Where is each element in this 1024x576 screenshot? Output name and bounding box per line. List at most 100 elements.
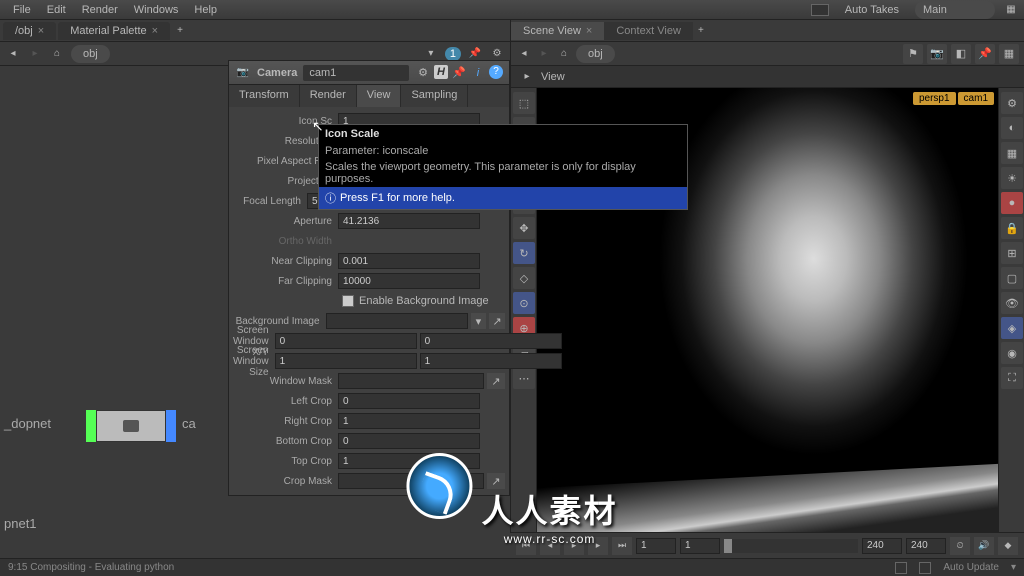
layout-icon[interactable]: ▦ <box>999 44 1019 64</box>
scale-tool-icon[interactable]: ◇ <box>513 267 535 289</box>
menu-windows[interactable]: Windows <box>126 2 187 18</box>
close-icon[interactable]: × <box>152 25 158 37</box>
realtime-icon[interactable]: ⏲ <box>950 537 970 555</box>
camera-lock-icon[interactable]: 🔒 <box>1001 217 1023 239</box>
input-crop-mask[interactable] <box>338 473 484 489</box>
node-name-field[interactable]: cam1 <box>303 65 409 81</box>
input-screen-w[interactable] <box>275 353 417 369</box>
expand-icon[interactable]: ⛶ <box>1001 367 1023 389</box>
hierarchy-icon[interactable]: ⌂ <box>556 46 572 62</box>
input-screen-y[interactable] <box>420 333 562 349</box>
close-icon[interactable]: × <box>586 25 592 37</box>
tab-view[interactable]: View <box>357 85 402 107</box>
show-icon[interactable]: 👁 <box>1001 292 1023 314</box>
input-left-crop[interactable] <box>338 393 480 409</box>
add-tab-icon[interactable]: + <box>693 23 709 39</box>
checkbox-2[interactable] <box>919 562 931 574</box>
node-camera[interactable] <box>86 410 176 442</box>
triangle-icon[interactable]: ▸ <box>519 69 535 85</box>
lighting-icon[interactable]: ☀ <box>1001 167 1023 189</box>
tab-scene-view[interactable]: Scene View× <box>511 22 604 40</box>
file-picker-icon[interactable]: ↗ <box>489 313 505 329</box>
layout-icon[interactable]: ▦ <box>1003 2 1019 18</box>
input-top-crop[interactable] <box>338 453 480 469</box>
cam-badge-cam1[interactable]: cam1 <box>958 92 994 105</box>
menu-edit[interactable]: Edit <box>39 2 74 18</box>
last-frame-button[interactable]: ⏭ <box>612 537 632 555</box>
input-far-clip[interactable] <box>338 273 480 289</box>
end-frame-field[interactable] <box>906 538 946 554</box>
cube-icon[interactable]: ◧ <box>951 44 971 64</box>
input-bg-image[interactable] <box>326 313 468 329</box>
input-aperture[interactable] <box>338 213 480 229</box>
checkbox-enable-bg[interactable] <box>342 295 354 307</box>
menu-file[interactable]: File <box>5 2 39 18</box>
forward-icon[interactable]: ▸ <box>536 46 552 62</box>
input-near-clip[interactable] <box>338 253 480 269</box>
auto-update-label[interactable]: Auto Update <box>943 562 999 573</box>
back-icon[interactable]: ◂ <box>516 46 532 62</box>
timeline-track[interactable] <box>724 539 858 553</box>
material-palette-tab[interactable]: Material Palette× <box>58 22 170 40</box>
key-icon[interactable]: ◆ <box>998 537 1018 555</box>
obj-tab[interactable]: /obj× <box>3 22 56 40</box>
op-picker-icon[interactable]: ↗ <box>487 373 505 389</box>
param-tabs: Transform Render View Sampling <box>229 85 509 107</box>
take-selector[interactable]: Main <box>915 1 995 19</box>
rotate-tool-icon[interactable]: ↻ <box>513 242 535 264</box>
auto-takes-checkbox[interactable] <box>811 4 829 16</box>
cam-badge-persp[interactable]: persp1 <box>913 92 956 105</box>
input-window-mask[interactable] <box>338 373 484 389</box>
tab-sampling[interactable]: Sampling <box>401 85 468 107</box>
bg-icon[interactable]: ▢ <box>1001 267 1023 289</box>
move-tool-icon[interactable]: ✥ <box>513 217 535 239</box>
tab-render[interactable]: Render <box>300 85 357 107</box>
path-crumb-obj[interactable]: obj <box>71 45 110 63</box>
wireframe-icon[interactable]: ▦ <box>1001 142 1023 164</box>
more-tool-icon[interactable]: ⋯ <box>513 367 535 389</box>
checkbox-1[interactable] <box>895 562 907 574</box>
menu-help[interactable]: Help <box>186 2 225 18</box>
tab-transform[interactable]: Transform <box>229 85 300 107</box>
pin-icon[interactable]: 📌 <box>451 65 467 81</box>
help-icon[interactable]: ? <box>489 65 503 79</box>
op-picker-icon[interactable]: ↗ <box>487 473 505 489</box>
input-screen-h[interactable] <box>420 353 562 369</box>
prev-frame-button[interactable]: ◂ <box>540 537 560 555</box>
info-icon[interactable]: i <box>470 65 486 81</box>
close-icon[interactable]: × <box>38 25 44 37</box>
start-frame-field[interactable] <box>636 538 676 554</box>
menu-render[interactable]: Render <box>74 2 126 18</box>
back-icon[interactable]: ◂ <box>5 46 21 62</box>
first-frame-button[interactable]: ⏮ <box>516 537 536 555</box>
range-start-field[interactable] <box>680 538 720 554</box>
play-button[interactable]: ▸ <box>564 537 584 555</box>
range-end-field[interactable] <box>862 538 902 554</box>
input-right-crop[interactable] <box>338 413 480 429</box>
display-options-icon[interactable]: ⚙ <box>1001 92 1023 114</box>
playhead[interactable] <box>724 539 732 553</box>
select-tool-icon[interactable]: ⬚ <box>513 92 535 114</box>
flag-icon[interactable]: ⚑ <box>903 44 923 64</box>
input-screen-x[interactable] <box>275 333 417 349</box>
ghost-icon[interactable]: ◈ <box>1001 317 1023 339</box>
forward-icon[interactable]: ▸ <box>27 46 43 62</box>
h-badge-icon[interactable]: H <box>434 65 448 79</box>
gear-icon[interactable]: ⚙ <box>415 65 431 81</box>
hierarchy-icon[interactable]: ⌂ <box>49 46 65 62</box>
dropdown-icon[interactable]: ▾ <box>471 313 487 329</box>
next-frame-button[interactable]: ▸ <box>588 537 608 555</box>
render-icon[interactable]: ● <box>1001 192 1023 214</box>
scene-path-crumb[interactable]: obj <box>576 45 615 63</box>
magnet-tool-icon[interactable]: ⊙ <box>513 292 535 314</box>
sphere-icon[interactable]: ◉ <box>1001 342 1023 364</box>
dropdown-icon[interactable]: ▾ <box>1011 562 1016 573</box>
add-tab-icon[interactable]: + <box>172 23 188 39</box>
camera-icon[interactable]: 📷 <box>927 44 947 64</box>
audio-icon[interactable]: 🔊 <box>974 537 994 555</box>
input-bottom-crop[interactable] <box>338 433 480 449</box>
pin-icon[interactable]: 📌 <box>975 44 995 64</box>
shading-icon[interactable]: ◐ <box>1001 117 1023 139</box>
tab-context-view[interactable]: Context View <box>604 22 693 40</box>
grid-icon[interactable]: ⊞ <box>1001 242 1023 264</box>
